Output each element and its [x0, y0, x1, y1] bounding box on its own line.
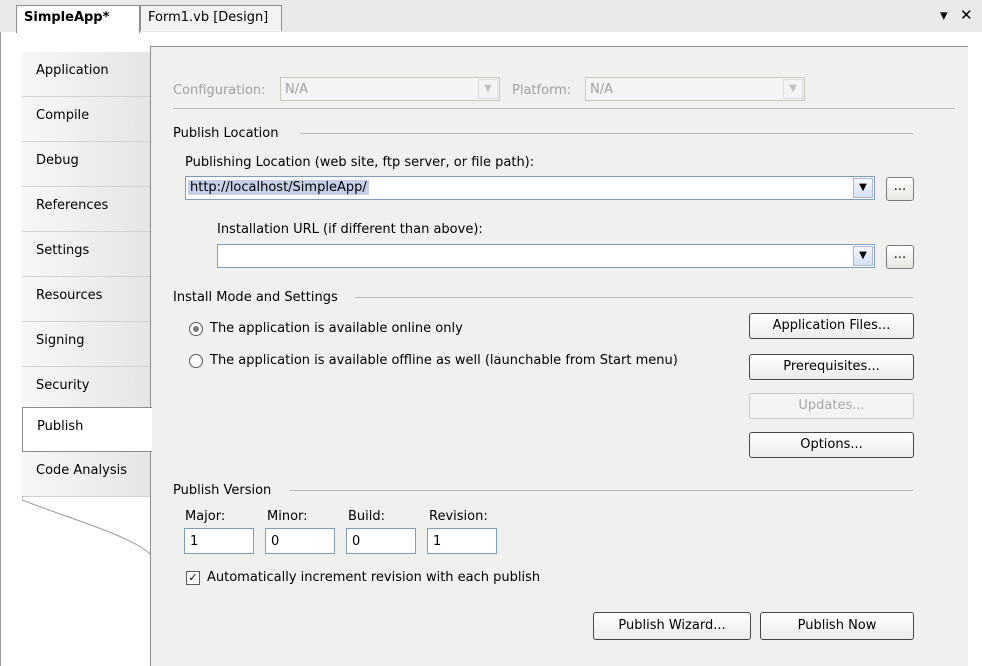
- offline-label[interactable]: The application is available offline as …: [210, 353, 678, 368]
- divider: [355, 297, 913, 298]
- online-only-radio[interactable]: [189, 322, 203, 336]
- sidebar-item-security[interactable]: Security: [22, 367, 150, 412]
- platform-value: N/A: [590, 82, 613, 97]
- tab-form1-design[interactable]: Form1.vb [Design]: [140, 5, 282, 31]
- publish-location-group-title: Publish Location: [173, 126, 279, 141]
- chevron-down-icon: ▼: [478, 79, 498, 99]
- chevron-down-icon[interactable]: ▼: [853, 246, 873, 266]
- configuration-select[interactable]: N/A ▼: [280, 77, 500, 101]
- divider: [173, 108, 955, 109]
- build-input[interactable]: 0: [346, 528, 416, 554]
- revision-input[interactable]: 1: [427, 528, 497, 554]
- sidebar-item-label: Application: [36, 63, 109, 78]
- configuration-value: N/A: [285, 82, 308, 97]
- sidebar-item-references[interactable]: References: [22, 187, 150, 232]
- sidebar-item-compile[interactable]: Compile: [22, 97, 150, 142]
- sidebar-item-label: Publish: [37, 419, 84, 434]
- online-only-label[interactable]: The application is available online only: [210, 321, 463, 336]
- publish-now-button[interactable]: Publish Now: [760, 612, 914, 640]
- browse-installation-url-button[interactable]: ...: [886, 245, 914, 269]
- sidebar-item-label: Compile: [36, 108, 90, 123]
- sidebar-item-code-analysis[interactable]: Code Analysis: [22, 452, 150, 497]
- chevron-down-icon: ▼: [783, 79, 803, 99]
- application-files-button[interactable]: Application Files...: [749, 313, 914, 339]
- platform-select[interactable]: N/A ▼: [585, 77, 805, 101]
- prerequisites-button[interactable]: Prerequisites...: [749, 354, 914, 380]
- chevron-down-icon[interactable]: ▼: [853, 178, 873, 198]
- updates-button[interactable]: Updates...: [749, 393, 914, 419]
- installation-url-label: Installation URL (if different than abov…: [217, 222, 483, 237]
- publish-version-group-title: Publish Version: [173, 483, 272, 498]
- divider: [290, 490, 913, 491]
- radio-selected-dot: [193, 326, 199, 332]
- sidebar-item-resources[interactable]: Resources: [22, 277, 150, 322]
- publishing-location-combo[interactable]: http://localhost/SimpleApp/ ▼: [185, 176, 875, 200]
- publish-wizard-button[interactable]: Publish Wizard...: [593, 612, 751, 640]
- divider: [300, 133, 913, 134]
- major-input[interactable]: 1: [184, 528, 254, 554]
- sidebar-item-label: References: [36, 198, 109, 213]
- sidebar-item-application[interactable]: Application: [22, 52, 150, 97]
- offline-radio[interactable]: [189, 354, 203, 368]
- options-button[interactable]: Options...: [749, 432, 914, 458]
- close-document-icon[interactable]: ✕: [960, 6, 973, 24]
- auto-increment-label[interactable]: Automatically increment revision with ea…: [207, 570, 540, 585]
- minor-input[interactable]: 0: [265, 528, 335, 554]
- browse-publishing-location-button[interactable]: ...: [886, 177, 914, 201]
- sidebar-item-label: Settings: [36, 243, 90, 258]
- window-list-dropdown-icon[interactable]: ▾: [940, 6, 948, 24]
- revision-label: Revision:: [429, 509, 488, 524]
- major-label: Major:: [185, 509, 226, 524]
- sidebar-item-publish[interactable]: Publish: [22, 407, 152, 452]
- sidebar-item-settings[interactable]: Settings: [22, 232, 150, 277]
- auto-increment-checkbox[interactable]: ✓: [186, 571, 200, 585]
- sidebar-item-label: Code Analysis: [36, 463, 127, 478]
- sidebar-item-debug[interactable]: Debug: [22, 142, 150, 187]
- tab-simpleapp[interactable]: SimpleApp*: [16, 5, 140, 33]
- sidebar-item-label: Security: [36, 378, 90, 393]
- install-mode-group-title: Install Mode and Settings: [173, 290, 338, 305]
- sidebar-item-label: Debug: [36, 153, 79, 168]
- sidebar-item-label: Resources: [36, 288, 103, 303]
- platform-label: Platform:: [512, 83, 572, 98]
- installation-url-combo[interactable]: ▼: [217, 244, 875, 268]
- sidebar-item-label: Signing: [36, 333, 85, 348]
- sidebar-item-signing[interactable]: Signing: [22, 322, 150, 367]
- publishing-location-label: Publishing Location (web site, ftp serve…: [185, 155, 535, 170]
- publishing-location-value: http://localhost/SimpleApp/: [188, 180, 369, 195]
- configuration-label: Configuration:: [173, 83, 266, 98]
- build-label: Build:: [348, 509, 386, 524]
- minor-label: Minor:: [267, 509, 308, 524]
- sidebar-tab-end-curve: [22, 496, 150, 555]
- document-tab-strip: SimpleApp* Form1.vb [Design] ▾ ✕: [0, 0, 982, 33]
